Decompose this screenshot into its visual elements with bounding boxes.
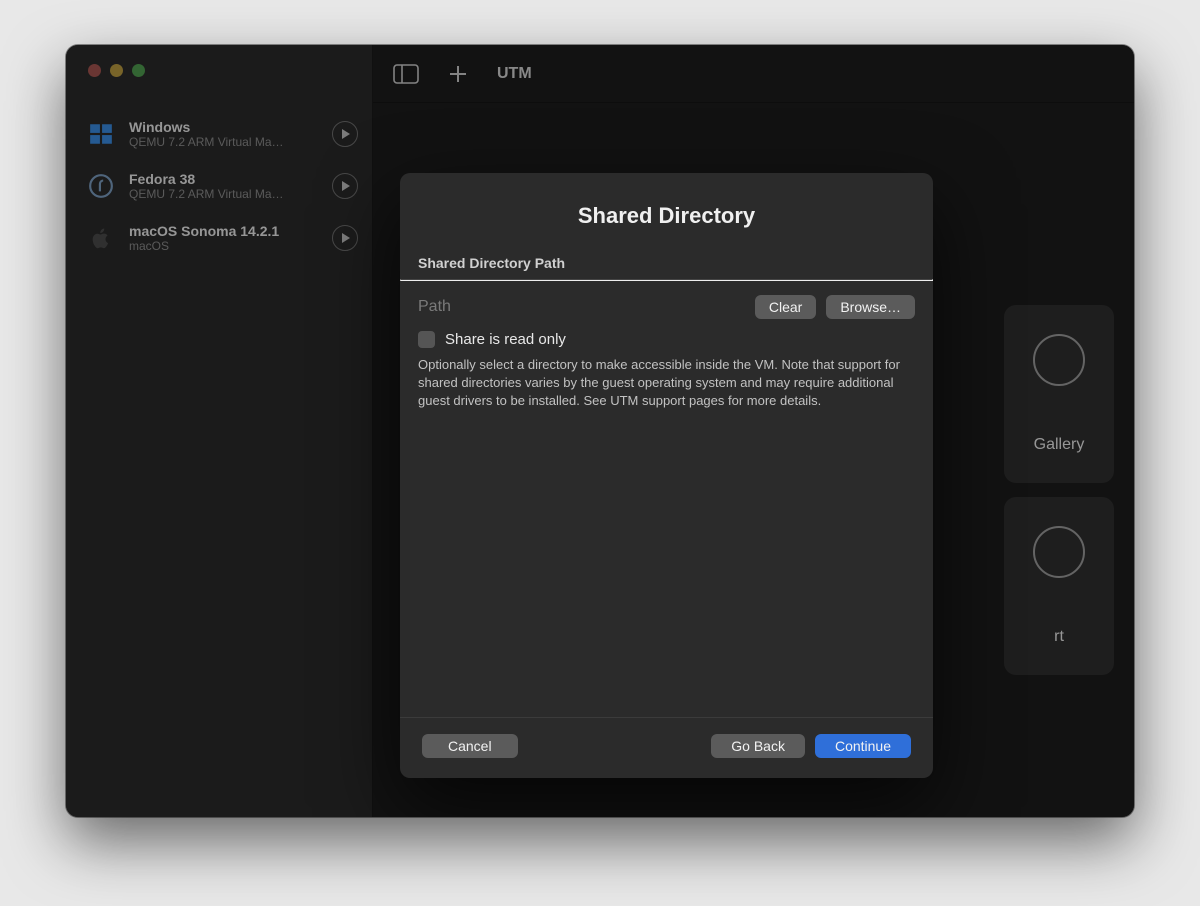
- sheet-title: Shared Directory: [400, 173, 933, 255]
- go-back-button[interactable]: Go Back: [711, 734, 805, 758]
- continue-button[interactable]: Continue: [815, 734, 911, 758]
- browse-button[interactable]: Browse…: [826, 295, 915, 319]
- clear-button[interactable]: Clear: [755, 295, 816, 319]
- readonly-row: Share is read only: [400, 329, 933, 356]
- path-row: Path Clear Browse…: [400, 281, 933, 329]
- app-window: Windows QEMU 7.2 ARM Virtual Ma… Fedora …: [66, 45, 1134, 817]
- section-label: Shared Directory Path: [400, 255, 933, 279]
- readonly-checkbox[interactable]: [418, 331, 435, 348]
- sheet-footer: Cancel Go Back Continue: [400, 717, 933, 778]
- shared-directory-sheet: Shared Directory Shared Directory Path P…: [400, 173, 933, 778]
- readonly-label: Share is read only: [445, 331, 566, 348]
- helper-text: Optionally select a directory to make ac…: [400, 356, 933, 411]
- cancel-button[interactable]: Cancel: [422, 734, 518, 758]
- path-field[interactable]: Path: [418, 298, 745, 316]
